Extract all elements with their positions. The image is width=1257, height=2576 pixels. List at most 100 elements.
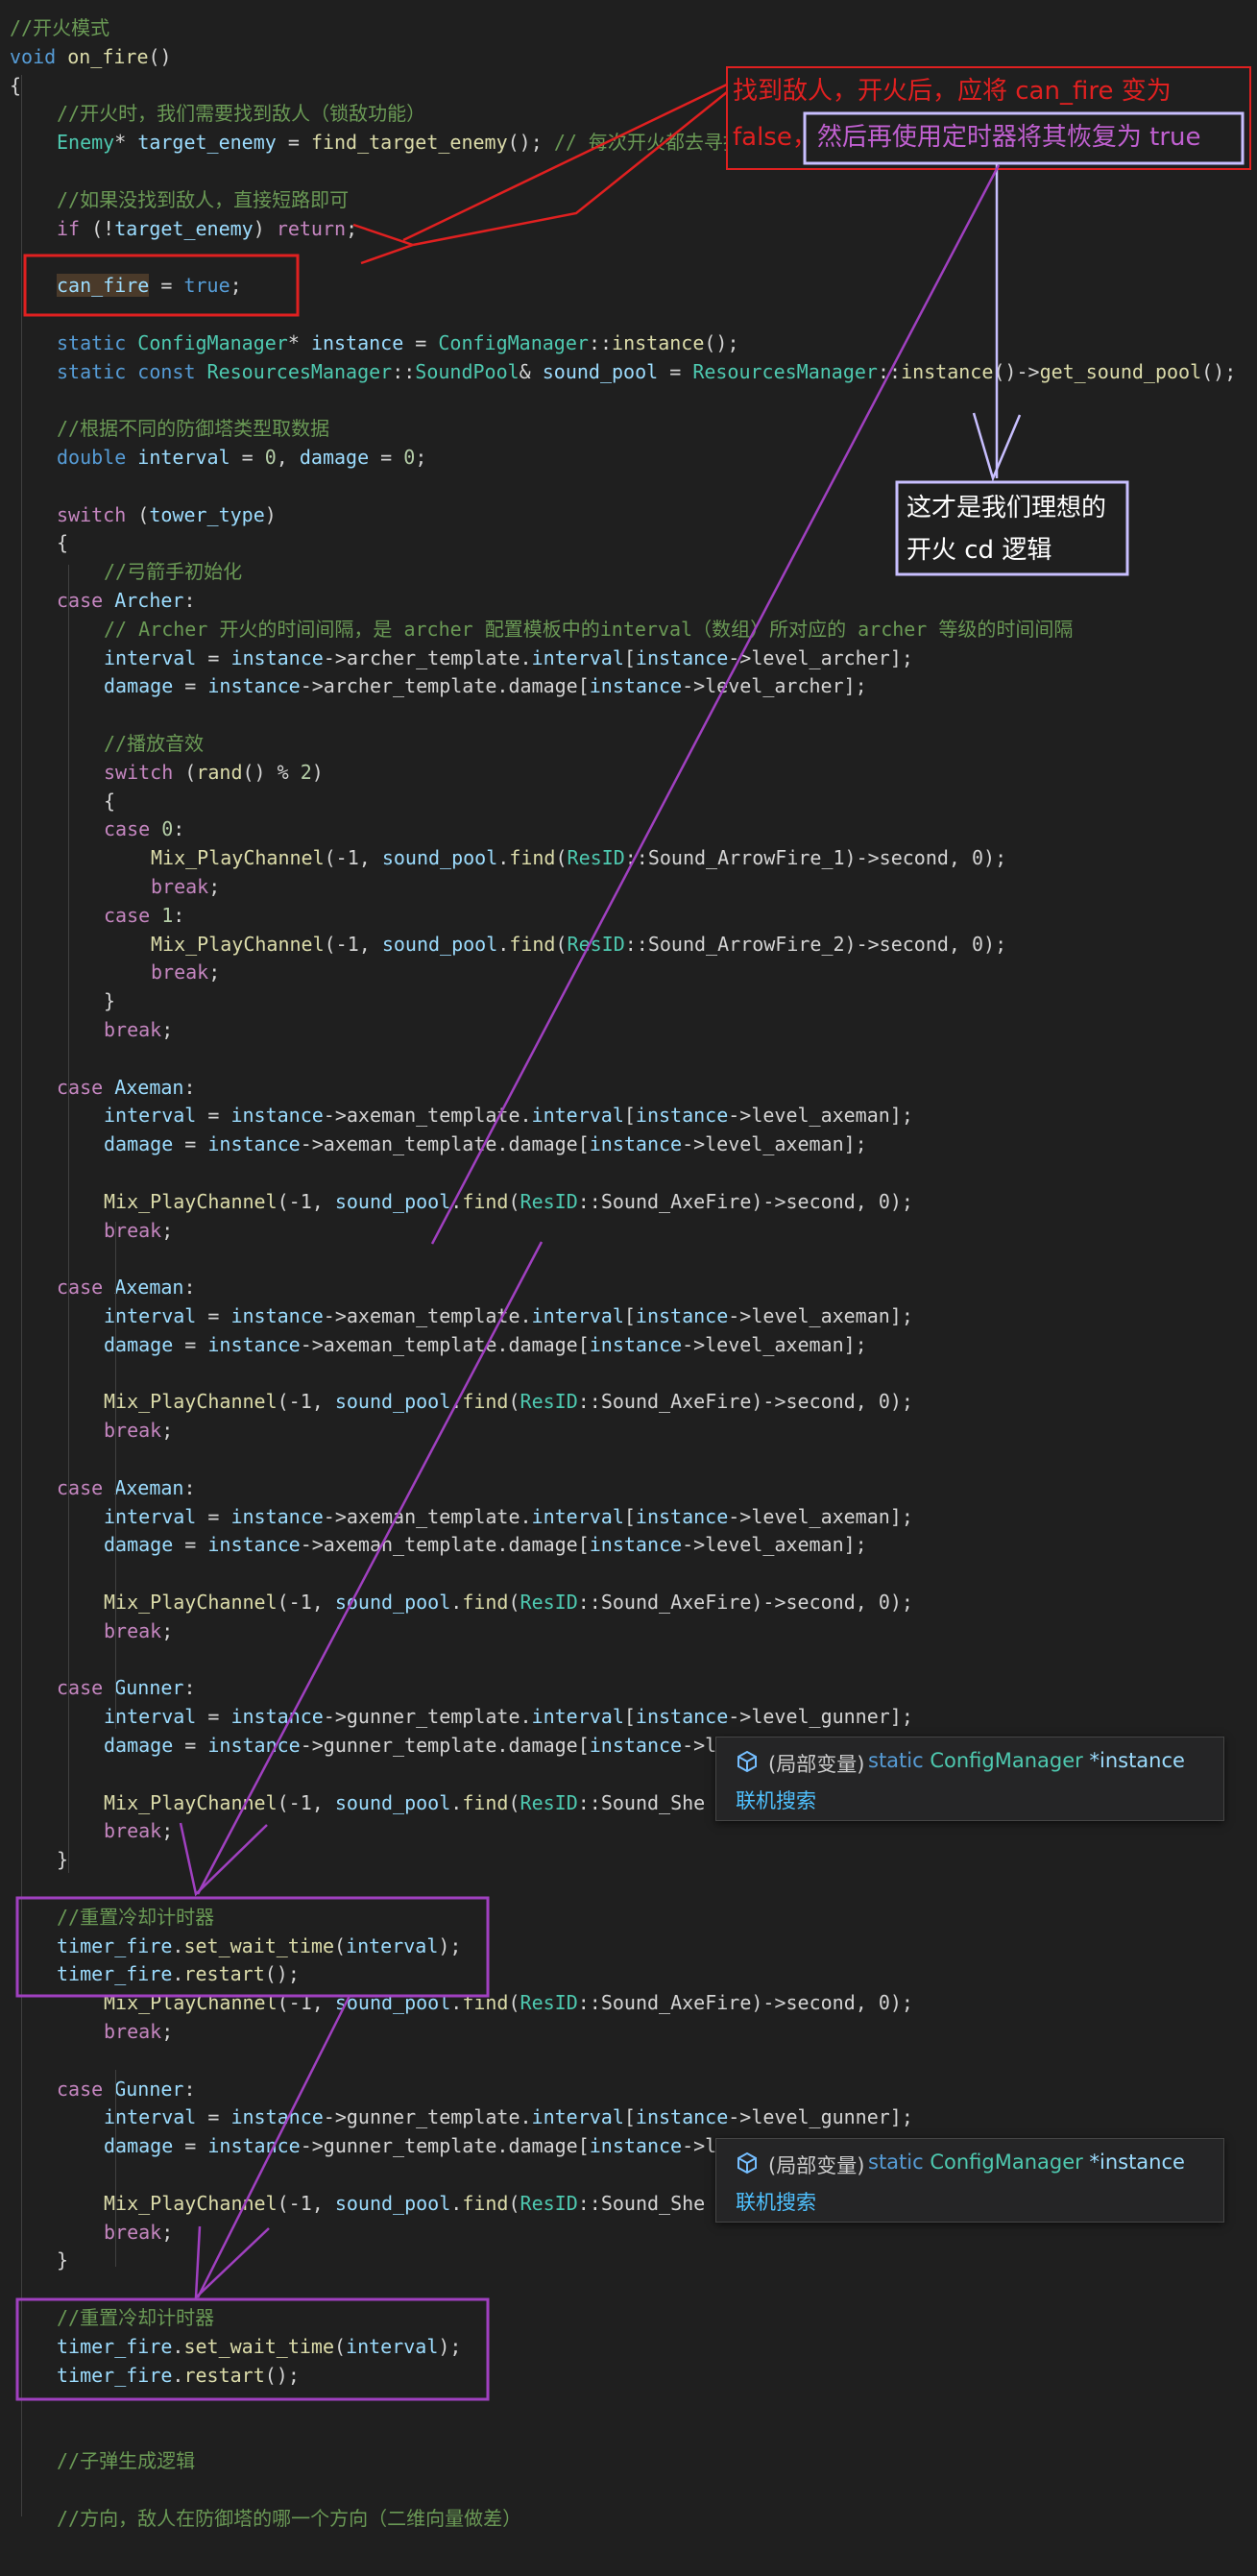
code-line[interactable]: } — [57, 1845, 68, 1874]
code-line[interactable]: damage = instance->axeman_template.damag… — [104, 1330, 867, 1359]
code-line[interactable]: void on_fire() — [10, 42, 172, 71]
code-line[interactable]: //开火模式 — [10, 13, 109, 42]
code-line[interactable]: //重置冷却计时器 — [57, 2303, 214, 2332]
code-token: [ — [623, 1304, 636, 1327]
code-line[interactable]: Mix_PlayChannel(-1, sound_pool.find(ResI… — [151, 930, 1006, 959]
code-token: ; — [230, 274, 242, 298]
code-line[interactable]: //根据不同的防御塔类型取数据 — [57, 414, 329, 443]
code-token: . — [450, 1991, 463, 2015]
code-line[interactable]: //如果没找到敌人，直接短路即可 — [57, 185, 349, 214]
code-line[interactable]: //方向，敌人在防御塔的哪一个方向（二维向量做差） — [57, 2504, 521, 2533]
code-token: instance — [635, 1504, 729, 1528]
code-line[interactable]: break; — [104, 1216, 173, 1245]
code-token: = — [230, 446, 265, 469]
code-token: return — [276, 216, 347, 240]
code-line[interactable]: interval = instance->archer_template.int… — [104, 644, 913, 672]
code-line[interactable]: static const ResourcesManager::SoundPool… — [57, 357, 1236, 386]
code-line[interactable]: damage = instance->axeman_template.damag… — [104, 1530, 867, 1559]
code-line[interactable]: case Archer: — [57, 586, 196, 615]
code-line[interactable]: case Axeman: — [57, 1273, 196, 1301]
code-token: (); — [264, 2363, 300, 2387]
code-token: ResID — [520, 2191, 578, 2215]
code-token: ; — [208, 875, 221, 898]
code-line[interactable]: damage = instance->axeman_template.damag… — [104, 1130, 867, 1158]
code-line[interactable]: interval = instance->axeman_template.int… — [104, 1502, 913, 1531]
code-line[interactable]: //开火时，我们需要找到敌人（锁敌功能） — [57, 99, 425, 128]
code-line[interactable]: break; — [104, 1015, 173, 1044]
code-token: ; — [415, 446, 427, 469]
code-line[interactable]: damage = instance->gunner_template.damag… — [104, 2131, 716, 2160]
code-token: void — [10, 44, 68, 68]
code-line[interactable]: break; — [104, 2017, 173, 2046]
code-line[interactable]: } — [57, 2246, 68, 2274]
code-token: break — [104, 1819, 162, 1843]
code-line[interactable]: { — [57, 528, 68, 557]
code-line[interactable]: timer_fire.restart(); — [57, 2361, 300, 2390]
code-line[interactable]: case Gunner: — [57, 2075, 196, 2103]
code-token: sound_pool — [381, 932, 498, 956]
code-line[interactable]: case Axeman: — [57, 1073, 196, 1102]
code-token: (); — [704, 330, 739, 354]
code-token: ( — [173, 760, 197, 784]
code-token: [ — [623, 1504, 636, 1528]
code-token: :: — [392, 359, 416, 383]
code-line[interactable]: interval = instance->axeman_template.int… — [104, 1301, 913, 1330]
code-token: { — [104, 789, 116, 813]
code-token: (-1, — [277, 1189, 335, 1213]
code-line[interactable]: damage = instance->archer_template.damag… — [104, 671, 867, 700]
code-line[interactable]: { — [10, 71, 21, 100]
code-line[interactable]: Mix_PlayChannel(-1, sound_pool.find(ResI… — [104, 1588, 913, 1616]
tooltip-name: *instance — [1089, 1749, 1185, 1772]
code-line[interactable]: //弓箭手初始化 — [104, 557, 242, 586]
code-line[interactable]: //子弹生成逻辑 — [57, 2446, 195, 2475]
code-token: [ — [623, 1104, 636, 1128]
code-line[interactable]: timer_fire.restart(); — [57, 1959, 300, 1988]
code-token: ( — [555, 932, 568, 956]
code-token: interval — [531, 1304, 624, 1327]
code-line[interactable]: timer_fire.set_wait_time(interval); — [57, 1932, 461, 1960]
code-line[interactable]: interval = instance->gunner_template.int… — [104, 1702, 913, 1731]
code-line[interactable]: break; — [104, 1816, 173, 1845]
code-line[interactable]: Mix_PlayChannel(-1, sound_pool.find(ResI… — [151, 843, 1006, 872]
code-line[interactable]: case 1: — [104, 901, 184, 930]
code-line[interactable]: interval = instance->gunner_template.int… — [104, 2102, 913, 2131]
code-token: Axeman — [114, 1075, 184, 1099]
code-line[interactable]: switch (rand() % 2) — [104, 758, 324, 787]
code-line[interactable]: Mix_PlayChannel(-1, sound_pool.find(ResI… — [104, 1387, 913, 1416]
code-line[interactable]: switch (tower_type) — [57, 500, 277, 529]
code-line[interactable]: if (!target_enemy) return; — [57, 214, 357, 243]
code-token: Axeman — [114, 1276, 184, 1300]
code-line[interactable]: } — [104, 986, 115, 1015]
code-line[interactable]: interval = instance->axeman_template.int… — [104, 1101, 913, 1130]
code-line[interactable]: // Archer 开火的时间间隔，是 archer 配置模板中的interva… — [104, 615, 1073, 644]
tooltip-type: ConfigManager — [930, 1749, 1083, 1772]
code-line[interactable]: Mix_PlayChannel(-1, sound_pool.find(ResI… — [104, 1788, 705, 1817]
code-line[interactable]: //重置冷却计时器 — [57, 1903, 214, 1932]
code-line[interactable]: Mix_PlayChannel(-1, sound_pool.find(ResI… — [104, 2189, 705, 2218]
online-search-link[interactable]: 联机搜索 — [736, 1786, 816, 1814]
code-line[interactable]: break; — [104, 1616, 173, 1645]
code-line[interactable]: case Axeman: — [57, 1473, 196, 1502]
code-line[interactable]: Mix_PlayChannel(-1, sound_pool.find(ResI… — [104, 1988, 913, 2017]
code-line[interactable]: can_fire = true; — [57, 271, 242, 300]
code-line[interactable]: break; — [104, 1416, 173, 1445]
code-line[interactable]: case 0: — [104, 814, 184, 843]
code-token: Axeman — [114, 1475, 184, 1499]
code-line[interactable]: damage = instance->gunner_template.damag… — [104, 1731, 716, 1760]
online-search-link[interactable]: 联机搜索 — [736, 2187, 816, 2216]
code-line[interactable]: break; — [104, 2218, 173, 2247]
code-line[interactable]: //播放音效 — [104, 729, 204, 758]
code-line[interactable]: double interval = 0, damage = 0; — [57, 443, 426, 472]
code-token: timer_fire — [57, 1962, 173, 1986]
code-line[interactable]: break; — [151, 958, 220, 986]
code-line[interactable]: timer_fire.set_wait_time(interval); — [57, 2332, 461, 2361]
code-token: sound_pool — [334, 2191, 451, 2215]
code-line[interactable]: static ConfigManager* instance = ConfigM… — [57, 328, 738, 357]
code-token: = — [403, 330, 439, 354]
code-line[interactable]: case Gunner: — [57, 1673, 196, 1702]
code-line[interactable]: Mix_PlayChannel(-1, sound_pool.find(ResI… — [104, 1187, 913, 1216]
code-token: ResID — [520, 1591, 578, 1614]
code-token: set_wait_time — [183, 1933, 335, 1957]
code-line[interactable]: break; — [151, 872, 220, 901]
code-line[interactable]: { — [104, 787, 115, 815]
